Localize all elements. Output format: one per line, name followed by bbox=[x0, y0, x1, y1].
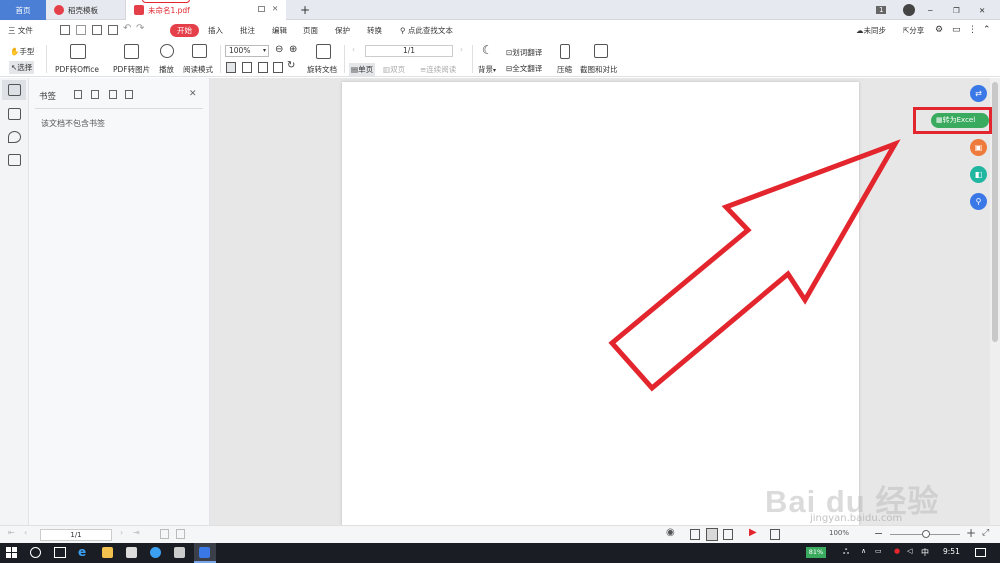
volume-icon[interactable]: ◁ bbox=[907, 547, 912, 555]
battery-icon[interactable]: ▭ bbox=[875, 547, 882, 555]
browser-icon[interactable] bbox=[150, 547, 161, 558]
prev-page-button[interactable]: ‹ bbox=[24, 528, 27, 537]
next-page-button[interactable]: › bbox=[120, 528, 123, 537]
windows-start-icon[interactable] bbox=[6, 547, 17, 558]
task-view-icon[interactable] bbox=[54, 547, 66, 558]
zoom-slider-handle[interactable] bbox=[922, 530, 930, 538]
eye-icon[interactable]: ◉ bbox=[666, 527, 675, 538]
cortana-icon[interactable] bbox=[30, 547, 41, 558]
status-bar: ⇤ ‹ 1/1 › ⇥ ◉ ▶ 100% − + ⤢ bbox=[0, 525, 1000, 543]
expand-icon[interactable]: ⤢ bbox=[982, 528, 989, 538]
network-icon[interactable]: ● bbox=[894, 547, 900, 555]
zoom-in-button[interactable]: + bbox=[966, 526, 976, 540]
tray-chevron-icon[interactable]: ∧ bbox=[861, 547, 866, 555]
fullscreen-icon[interactable] bbox=[770, 529, 780, 540]
view-single-icon[interactable] bbox=[690, 529, 700, 540]
play-slideshow-icon[interactable]: ▶ bbox=[749, 527, 757, 538]
zoom-out-button[interactable]: − bbox=[874, 527, 883, 540]
status-page-value: 1/1 bbox=[70, 531, 82, 539]
battery-percent: 81% bbox=[808, 548, 824, 556]
first-page-icon[interactable]: ⇤ bbox=[8, 528, 15, 537]
view-double-icon[interactable] bbox=[723, 529, 733, 540]
store-icon[interactable] bbox=[126, 547, 137, 558]
wps-icon bbox=[199, 547, 210, 558]
watermark-url: jingyan.baidu.com bbox=[810, 513, 903, 524]
forward-icon[interactable] bbox=[176, 529, 185, 539]
status-page-input[interactable]: 1/1 bbox=[40, 529, 112, 541]
people-icon[interactable]: ஃ bbox=[843, 547, 849, 557]
mail-icon[interactable] bbox=[174, 547, 185, 558]
battery-indicator[interactable]: 81% bbox=[806, 547, 826, 558]
windows-taskbar: e 81% ஃ ∧ ▭ ● ◁ 中 9:51 bbox=[0, 543, 1000, 563]
last-page-icon[interactable]: ⇥ bbox=[133, 528, 140, 537]
zoom-value-status: 100% bbox=[829, 529, 850, 537]
clock[interactable]: 9:51 bbox=[943, 547, 960, 556]
action-center-icon[interactable] bbox=[975, 548, 986, 557]
ime-indicator[interactable]: 中 bbox=[921, 547, 929, 558]
edge-icon[interactable]: e bbox=[78, 545, 86, 559]
back-icon[interactable] bbox=[160, 529, 169, 539]
view-continuous-icon[interactable] bbox=[706, 528, 718, 541]
file-explorer-icon[interactable] bbox=[102, 547, 113, 558]
arrow-shape bbox=[608, 139, 901, 392]
